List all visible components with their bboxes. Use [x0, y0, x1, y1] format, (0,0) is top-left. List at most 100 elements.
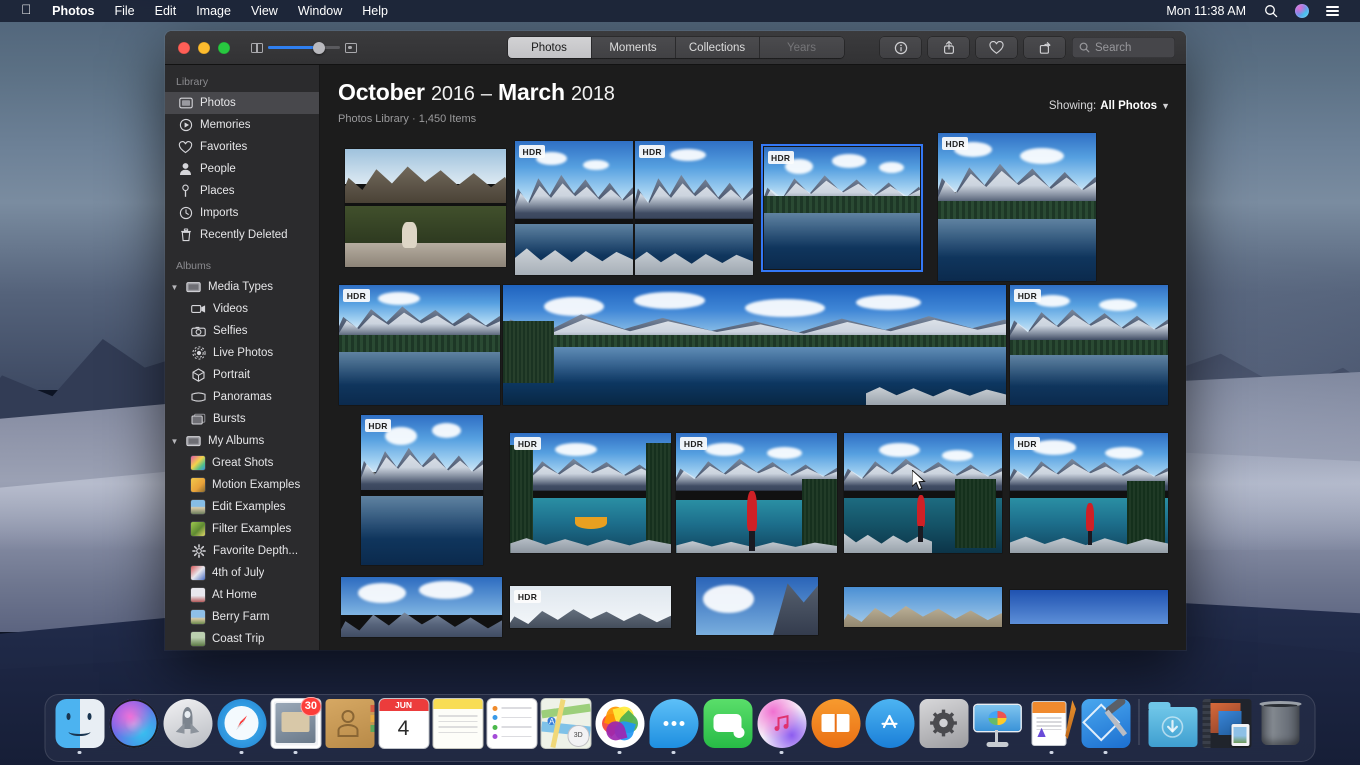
- sidebar-item-edit-examples[interactable]: Edit Examples: [165, 496, 319, 518]
- photo-thumbnail[interactable]: HDR: [339, 285, 501, 405]
- sidebar-item-portrait[interactable]: Portrait: [165, 364, 319, 386]
- sidebar-item-people[interactable]: People: [165, 158, 319, 180]
- photo-thumbnail[interactable]: HDR: [635, 141, 753, 275]
- tab-moments[interactable]: Moments: [591, 37, 676, 58]
- dock-item-pages[interactable]: [1025, 699, 1079, 754]
- favorite-button[interactable]: [976, 37, 1017, 58]
- photo-thumbnail-panorama[interactable]: [503, 285, 1007, 405]
- dock-item-contacts[interactable]: [323, 698, 377, 755]
- photo-thumbnail[interactable]: HDR: [1009, 433, 1168, 553]
- rotate-button[interactable]: [1024, 37, 1065, 58]
- search-field[interactable]: Search: [1072, 37, 1175, 58]
- menu-item-file[interactable]: File: [104, 0, 144, 22]
- dock-item-facetime[interactable]: [701, 698, 755, 755]
- dock-item-downloads[interactable]: [1146, 699, 1200, 755]
- photo-thumbnail[interactable]: [341, 577, 503, 637]
- photo-thumbnail[interactable]: HDR: [676, 433, 838, 553]
- sidebar-item-motion-examples[interactable]: Motion Examples: [165, 474, 319, 496]
- close-button[interactable]: [178, 41, 190, 54]
- chevron-down-icon[interactable]: ▼: [1161, 101, 1170, 111]
- chevron-down-icon[interactable]: ▼: [170, 437, 179, 446]
- photo-thumbnail[interactable]: [1009, 590, 1168, 624]
- zoom-slider-knob[interactable]: [312, 41, 325, 54]
- dock-item-reminders[interactable]: [485, 698, 539, 755]
- chevron-down-icon[interactable]: ▼: [170, 283, 179, 292]
- photo-thumbnail[interactable]: HDR: [515, 141, 633, 275]
- photo-thumbnail[interactable]: HDR: [938, 133, 1096, 281]
- showing-dropdown[interactable]: Showing: All Photos ▼: [1049, 100, 1170, 112]
- info-button[interactable]: [880, 37, 921, 58]
- photo-thumbnail[interactable]: [695, 577, 818, 635]
- window-titlebar[interactable]: Photos Moments Collections Years Search: [165, 31, 1186, 65]
- sidebar-item-favorite-depth[interactable]: Favorite Depth...: [165, 540, 319, 562]
- photo-thumbnail[interactable]: HDR: [1010, 285, 1169, 405]
- sidebar-item-4th-of-july[interactable]: 4th of July: [165, 562, 319, 584]
- dock[interactable]: 30 JUN 4 A 3D: [44, 694, 1316, 762]
- menu-item-help[interactable]: Help: [352, 0, 398, 22]
- sidebar-item-videos[interactable]: Videos: [165, 298, 319, 320]
- photo-thumbnail[interactable]: [344, 149, 506, 267]
- dock-item-mail[interactable]: 30: [269, 696, 323, 754]
- small-thumbnails-icon[interactable]: [251, 42, 263, 53]
- sidebar-item-coast-trip[interactable]: Coast Trip: [165, 628, 319, 650]
- menu-bar-clock[interactable]: Mon 11:38 AM: [1157, 0, 1255, 22]
- view-mode-segmented-control[interactable]: Photos Moments Collections Years: [507, 37, 844, 58]
- dock-item-system-preferences[interactable]: [917, 698, 971, 755]
- thumbnail-zoom-slider[interactable]: [251, 41, 357, 54]
- photo-thumbnail-selected[interactable]: HDR: [760, 144, 923, 272]
- sidebar-group-media-types[interactable]: ▼ Media Types: [165, 276, 319, 298]
- menu-item-edit[interactable]: Edit: [145, 0, 187, 22]
- sidebar-item-places[interactable]: Places: [165, 180, 319, 202]
- sidebar[interactable]: Library Photos Memories Favorites People…: [165, 65, 320, 650]
- photo-thumbnail[interactable]: HDR: [360, 415, 483, 565]
- dock-item-messages[interactable]: [647, 698, 701, 754]
- sidebar-item-selfies[interactable]: Selfies: [165, 320, 319, 342]
- siri-icon[interactable]: [1293, 3, 1310, 20]
- dock-item-safari[interactable]: [215, 698, 269, 754]
- dock-item-xcode[interactable]: [1079, 698, 1133, 754]
- minimize-button[interactable]: [198, 41, 210, 54]
- sidebar-item-favorites[interactable]: Favorites: [165, 136, 319, 158]
- dock-item-maps[interactable]: A 3D: [539, 698, 593, 755]
- sidebar-item-memories[interactable]: Memories: [165, 114, 319, 136]
- dock-item-calendar[interactable]: JUN 4: [377, 698, 431, 755]
- sidebar-item-imports[interactable]: Imports: [165, 202, 319, 224]
- sidebar-item-filter-examples[interactable]: Filter Examples: [165, 518, 319, 540]
- photo-thumbnail[interactable]: [843, 587, 1002, 627]
- apple-logo-icon[interactable]: : [10, 3, 42, 17]
- sidebar-item-photos[interactable]: Photos: [165, 92, 319, 114]
- share-button[interactable]: [928, 37, 969, 58]
- sidebar-item-live-photos[interactable]: Live Photos: [165, 342, 319, 364]
- tab-collections[interactable]: Collections: [675, 37, 760, 58]
- photo-grid[interactable]: HDR HDR HDR HDR HDR HDR HDR HDR HDR HDR …: [320, 125, 1186, 637]
- sidebar-item-great-shots[interactable]: Great Shots: [165, 452, 319, 474]
- photo-thumbnail[interactable]: HDR: [510, 433, 672, 553]
- sidebar-group-my-albums[interactable]: ▼ My Albums: [165, 430, 319, 452]
- dock-item-notes[interactable]: [431, 698, 485, 755]
- menu-item-image[interactable]: Image: [186, 0, 241, 22]
- sidebar-item-bursts[interactable]: Bursts: [165, 408, 319, 430]
- dock-item-photos[interactable]: [593, 698, 647, 754]
- sidebar-item-panoramas[interactable]: Panoramas: [165, 386, 319, 408]
- zoom-slider-track[interactable]: [268, 41, 340, 54]
- dock-item-appstore[interactable]: [863, 698, 917, 755]
- dock-item-launchpad[interactable]: [161, 698, 215, 755]
- photo-thumbnail[interactable]: HDR: [510, 586, 672, 628]
- photos-window[interactable]: Photos Moments Collections Years Search: [165, 31, 1186, 650]
- spotlight-search-icon[interactable]: [1262, 3, 1279, 20]
- sidebar-item-recently-deleted[interactable]: Recently Deleted: [165, 224, 319, 246]
- dock-item-itunes[interactable]: [755, 698, 809, 754]
- menu-item-view[interactable]: View: [241, 0, 288, 22]
- photo-thumbnail[interactable]: [843, 433, 1002, 553]
- photo-grid-area[interactable]: October 2016 – March 2018 Photos Library…: [320, 65, 1186, 650]
- dock-item-stack[interactable]: [1200, 698, 1254, 755]
- menu-item-window[interactable]: Window: [288, 0, 352, 22]
- sidebar-item-berry-farm[interactable]: Berry Farm: [165, 606, 319, 628]
- sidebar-item-at-home[interactable]: At Home: [165, 584, 319, 606]
- dock-item-books[interactable]: [809, 698, 863, 755]
- dock-item-finder[interactable]: [53, 698, 107, 754]
- dock-item-siri[interactable]: [107, 698, 161, 755]
- large-thumbnails-icon[interactable]: [345, 42, 357, 53]
- zoom-button[interactable]: [218, 41, 230, 54]
- dock-item-trash[interactable]: [1254, 699, 1308, 755]
